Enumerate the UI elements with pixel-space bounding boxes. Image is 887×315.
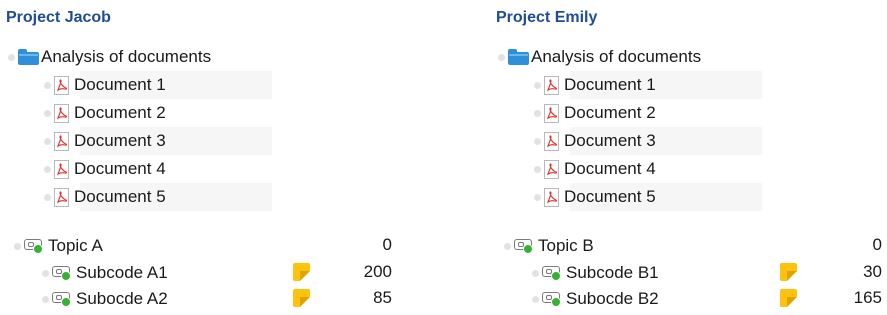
tree-item-document-1[interactable]: Document 1 (44, 71, 166, 99)
tree-item-folder[interactable]: Analysis of documents (498, 43, 701, 71)
document-label: Document 3 (564, 131, 656, 150)
code-icon (542, 265, 564, 281)
tree-item-subcode-1[interactable]: Subcode B1 (532, 259, 659, 287)
tree-bullet-icon (44, 193, 51, 201)
pdf-icon (54, 75, 69, 95)
code-icon (52, 291, 74, 307)
pdf-icon (54, 159, 69, 179)
pdf-icon (54, 131, 69, 151)
tree-bullet-icon (8, 53, 15, 61)
tree-bullet-icon (504, 242, 511, 250)
project-title: Project Jacob (6, 9, 111, 26)
memo-icon[interactable] (780, 263, 797, 281)
tree-item-subcode-1[interactable]: Subcode A1 (42, 259, 168, 287)
code-icon (24, 238, 46, 254)
tree-item-folder[interactable]: Analysis of documents (8, 43, 211, 71)
subcode-label: Subocde B2 (566, 289, 659, 308)
topic-label: Topic B (538, 236, 594, 255)
coded-segments-count: 165 (853, 288, 882, 307)
tree-item-topic[interactable]: Topic A (14, 232, 103, 260)
tree-bullet-icon (42, 269, 49, 277)
document-label: Document 1 (74, 75, 166, 94)
memo-icon[interactable] (780, 289, 797, 307)
pdf-icon (544, 187, 559, 207)
memo-icon[interactable] (293, 289, 310, 307)
tree-item-document-5[interactable]: Document 5 (44, 183, 166, 211)
tree-bullet-icon (534, 193, 541, 201)
tree-bullet-icon (42, 295, 49, 303)
project-panel-emily: Project Emily Analysis of documents Docu… (490, 0, 887, 315)
project-panel-jacob: Project Jacob Analysis of documents Docu… (0, 0, 400, 315)
document-label: Document 5 (74, 187, 166, 206)
document-label: Document 5 (564, 187, 656, 206)
tree-bullet-icon (534, 165, 541, 173)
subcode-label: Subocde A2 (76, 289, 168, 308)
tree-bullet-icon (44, 137, 51, 145)
tree-item-document-5[interactable]: Document 5 (534, 183, 656, 211)
document-label: Document 3 (74, 131, 166, 150)
tree-item-document-3[interactable]: Document 3 (534, 127, 656, 155)
pdf-icon (544, 75, 559, 95)
tree-bullet-icon (498, 53, 505, 61)
document-label: Document 1 (564, 75, 656, 94)
tree-bullet-icon (44, 109, 51, 117)
coded-segments-count: 30 (863, 262, 882, 281)
tree-item-subcode-2[interactable]: Subocde A2 (42, 285, 168, 313)
tree-bullet-icon (534, 81, 541, 89)
pdf-icon (544, 103, 559, 123)
pdf-icon (544, 159, 559, 179)
code-icon (514, 238, 536, 254)
project-title: Project Emily (496, 9, 598, 26)
tree-item-topic[interactable]: Topic B (504, 232, 594, 260)
subcode-label: Subcode B1 (566, 263, 659, 282)
tree-bullet-icon (532, 295, 539, 303)
folder-label: Analysis of documents (531, 47, 702, 66)
code-icon (52, 265, 74, 281)
document-label: Document 2 (564, 103, 656, 122)
pdf-icon (54, 187, 69, 207)
tree-item-document-2[interactable]: Document 2 (534, 99, 656, 127)
tree-bullet-icon (44, 81, 51, 89)
tree-bullet-icon (532, 269, 539, 277)
folder-icon (508, 49, 529, 65)
coded-segments-count: 200 (363, 262, 392, 281)
document-label: Document 2 (74, 103, 166, 122)
subcode-label: Subcode A1 (76, 263, 168, 282)
pdf-icon (54, 103, 69, 123)
tree-item-document-4[interactable]: Document 4 (534, 155, 656, 183)
tree-item-document-1[interactable]: Document 1 (534, 71, 656, 99)
memo-icon[interactable] (293, 263, 310, 281)
document-label: Document 4 (564, 159, 656, 178)
tree-bullet-icon (44, 165, 51, 173)
folder-label: Analysis of documents (41, 47, 212, 66)
tree-item-document-4[interactable]: Document 4 (44, 155, 166, 183)
coded-segments-count: 0 (872, 235, 882, 254)
tree-bullet-icon (534, 137, 541, 145)
tree-bullet-icon (14, 242, 21, 250)
coded-segments-count: 0 (382, 235, 392, 254)
pdf-icon (544, 131, 559, 151)
topic-label: Topic A (48, 236, 103, 255)
document-label: Document 4 (74, 159, 166, 178)
code-icon (542, 291, 564, 307)
tree-item-subcode-2[interactable]: Subocde B2 (532, 285, 659, 313)
folder-icon (18, 49, 39, 65)
tree-item-document-3[interactable]: Document 3 (44, 127, 166, 155)
coded-segments-count: 85 (373, 288, 392, 307)
tree-item-document-2[interactable]: Document 2 (44, 99, 166, 127)
tree-bullet-icon (534, 109, 541, 117)
